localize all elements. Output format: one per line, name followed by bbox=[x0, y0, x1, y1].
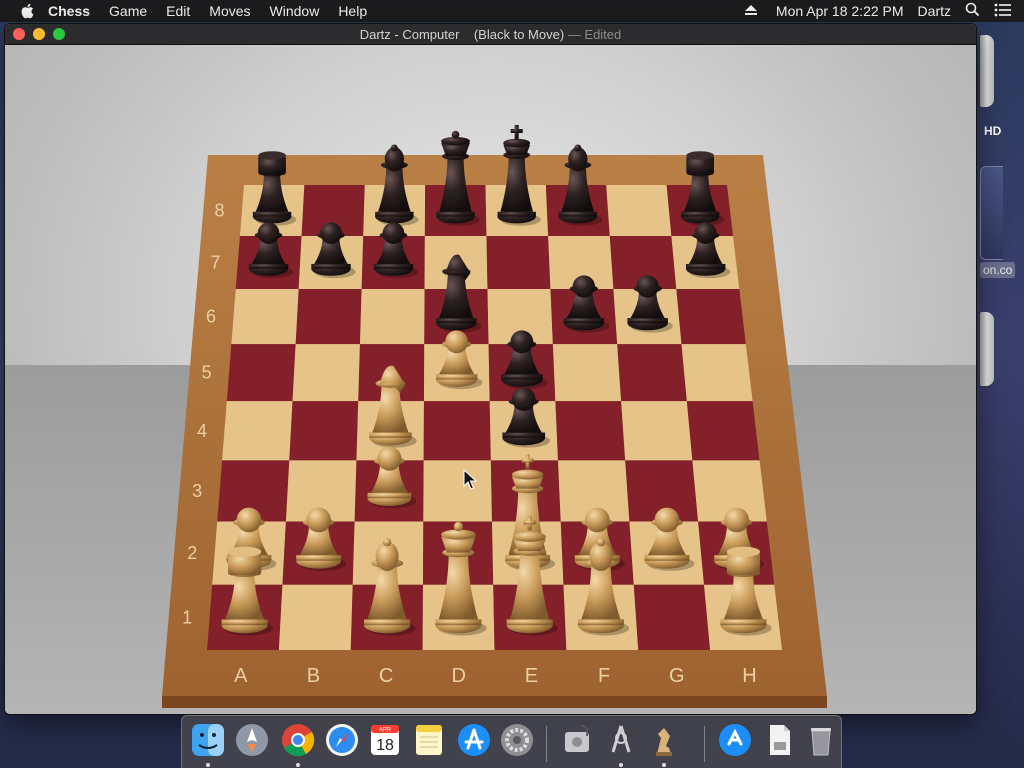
board-square[interactable] bbox=[606, 185, 672, 236]
apple-menu-icon[interactable] bbox=[18, 2, 36, 20]
launchpad-icon[interactable] bbox=[232, 720, 272, 760]
board-square[interactable] bbox=[555, 401, 626, 461]
board-square[interactable] bbox=[359, 289, 425, 345]
running-indicator bbox=[296, 763, 300, 767]
board-scene: 8 7 6 5 4 3 2 1 A B C D E F G H bbox=[5, 45, 976, 714]
board-square[interactable] bbox=[552, 344, 622, 402]
system-preferences-icon[interactable] bbox=[497, 720, 537, 760]
rank-label: 4 bbox=[197, 421, 207, 441]
menubar-clock[interactable]: Mon Apr 18 2:22 PM bbox=[776, 3, 904, 19]
chrome-icon[interactable] bbox=[278, 720, 318, 767]
file-label: C bbox=[379, 665, 393, 687]
calendar-day-label: 18 bbox=[376, 737, 394, 754]
board-square[interactable] bbox=[295, 289, 362, 345]
menu-chess[interactable]: Chess bbox=[48, 3, 90, 19]
window-title: Dartz - Computer (Black to Move) — Edite… bbox=[5, 27, 976, 42]
board-square[interactable] bbox=[686, 401, 760, 461]
document-icon[interactable] bbox=[759, 720, 799, 760]
window-titlebar[interactable]: Dartz - Computer (Black to Move) — Edite… bbox=[5, 24, 976, 45]
running-indicator bbox=[206, 763, 210, 767]
instruments-icon[interactable] bbox=[601, 720, 641, 767]
menubar-user[interactable]: Dartz bbox=[918, 3, 951, 19]
running-indicator bbox=[662, 763, 666, 767]
board-square[interactable] bbox=[222, 401, 293, 461]
app-store-icon[interactable] bbox=[454, 720, 494, 760]
board-square[interactable] bbox=[226, 344, 296, 402]
board-square[interactable] bbox=[289, 401, 359, 461]
finder-icon[interactable] bbox=[188, 720, 228, 767]
rank-label: 2 bbox=[187, 543, 197, 563]
notification-center-icon[interactable] bbox=[994, 3, 1012, 20]
board-square[interactable] bbox=[292, 344, 360, 402]
file-label: H bbox=[742, 665, 756, 687]
board-square[interactable] bbox=[676, 289, 746, 345]
window-title-edited: — Edited bbox=[564, 27, 622, 42]
safari-icon[interactable] bbox=[322, 720, 362, 760]
board-square[interactable] bbox=[278, 584, 353, 650]
external-drive-icon[interactable] bbox=[980, 312, 994, 386]
rank-label: 1 bbox=[182, 607, 192, 627]
desktop-file-label[interactable]: on.co bbox=[980, 262, 1016, 278]
hard-drive-label[interactable]: HD bbox=[984, 124, 1001, 138]
spotlight-search-icon[interactable] bbox=[965, 2, 980, 20]
file-label: G bbox=[669, 665, 685, 687]
status-area: Mon Apr 18 2:22 PM Dartz bbox=[730, 2, 1016, 20]
rank-label: 5 bbox=[202, 363, 212, 383]
file-label: D bbox=[452, 665, 466, 687]
hard-drive-icon[interactable] bbox=[980, 35, 994, 107]
menu-bar: Chess Game Edit Moves Window Help Mon Ap… bbox=[0, 0, 1024, 22]
board-square[interactable] bbox=[423, 401, 491, 461]
window-title-main: Dartz - Computer (Black to Move) bbox=[359, 27, 565, 42]
board-square[interactable] bbox=[621, 401, 693, 461]
notes-icon[interactable] bbox=[409, 720, 449, 760]
disk-utility-icon[interactable] bbox=[557, 720, 597, 760]
rank-label: 3 bbox=[192, 481, 202, 501]
calendar-month-label: APR bbox=[379, 728, 392, 734]
file-label: F bbox=[598, 665, 610, 687]
eject-icon[interactable] bbox=[744, 3, 758, 19]
board-frame-edge bbox=[162, 696, 827, 708]
board-square[interactable] bbox=[486, 235, 551, 290]
menu-moves[interactable]: Moves bbox=[209, 3, 250, 19]
running-indicator bbox=[619, 763, 623, 767]
rank-label: 6 bbox=[206, 307, 216, 327]
trash-icon[interactable] bbox=[801, 720, 841, 760]
board-square[interactable] bbox=[681, 344, 753, 402]
menu-window[interactable]: Window bbox=[270, 3, 320, 19]
board-square[interactable] bbox=[423, 460, 493, 522]
dock-separator bbox=[546, 726, 547, 762]
desktop-app-icon[interactable] bbox=[980, 166, 1003, 260]
menu-game[interactable]: Game bbox=[109, 3, 147, 19]
file-label: A bbox=[234, 665, 248, 687]
calendar-icon[interactable]: APR 18 bbox=[365, 720, 405, 760]
menu-help[interactable]: Help bbox=[338, 3, 367, 19]
rank-label: 8 bbox=[214, 200, 224, 220]
file-label: E bbox=[525, 665, 538, 687]
board-square[interactable] bbox=[231, 289, 299, 345]
chess-window: Dartz - Computer (Black to Move) — Edite… bbox=[5, 24, 976, 714]
chess-board[interactable]: 8 7 6 5 4 3 2 1 A B C D E F G H bbox=[5, 45, 976, 714]
chess-icon[interactable] bbox=[644, 720, 684, 767]
dock: APR 18 bbox=[181, 715, 842, 768]
rank-label: 7 bbox=[210, 253, 220, 273]
board-square[interactable] bbox=[633, 584, 711, 650]
board-square[interactable] bbox=[617, 344, 687, 402]
dock-separator bbox=[704, 726, 705, 762]
menu-edit[interactable]: Edit bbox=[166, 3, 190, 19]
downloads-icon[interactable] bbox=[715, 720, 755, 760]
file-label: B bbox=[307, 665, 320, 687]
